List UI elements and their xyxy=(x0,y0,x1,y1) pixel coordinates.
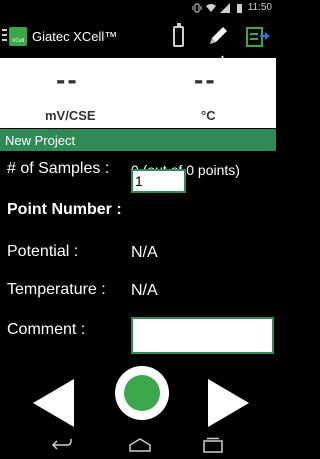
comment-input[interactable] xyxy=(131,317,274,354)
readings-panel: -- mV/CSE -- °C xyxy=(0,58,276,128)
record-icon xyxy=(124,375,160,411)
potential-reading-value: -- xyxy=(56,64,79,95)
potential-value: N/A xyxy=(131,244,158,261)
cell-signal-icon xyxy=(219,2,230,13)
point-number-label: Point Number : xyxy=(7,201,122,218)
menu-icon[interactable] xyxy=(2,29,7,43)
battery-status-icon xyxy=(236,3,242,13)
app-logo-text: XCell xyxy=(12,38,24,44)
wifi-icon xyxy=(205,3,216,12)
temperature-value: N/A xyxy=(131,282,158,299)
temperature-reading-value: -- xyxy=(194,64,217,95)
system-navigation-bar xyxy=(0,431,276,459)
samples-label: # of Samples : xyxy=(7,160,110,177)
potential-reading-unit: mV/CSE xyxy=(45,108,96,123)
comment-label: Comment : xyxy=(7,321,86,338)
back-icon[interactable] xyxy=(50,437,74,453)
next-icon[interactable] xyxy=(208,379,249,427)
sample-controls xyxy=(0,361,276,431)
recent-apps-icon[interactable] xyxy=(201,437,225,453)
project-name: New Project xyxy=(5,133,76,148)
app-bar: XCell Giatec XCell™ xyxy=(0,17,276,79)
app-title: Giatec XCell™ xyxy=(32,29,118,44)
temperature-reading-unit: °C xyxy=(201,108,216,123)
device-battery-icon[interactable] xyxy=(173,23,184,47)
temperature-label: Temperature : xyxy=(7,281,106,298)
previous-icon[interactable] xyxy=(33,379,74,427)
export-icon[interactable] xyxy=(246,26,270,48)
status-bar: 11:50 xyxy=(0,0,276,17)
pencil-icon[interactable] xyxy=(205,23,231,49)
status-time: 11:50 xyxy=(247,2,272,13)
app-logo[interactable]: XCell xyxy=(9,27,27,46)
potential-label: Potential : xyxy=(7,243,79,260)
measurement-form: # of Samples : 0 (out of 0 points) Point… xyxy=(0,151,276,361)
home-icon[interactable] xyxy=(128,437,152,453)
vibrate-icon xyxy=(192,3,202,12)
point-number-input[interactable] xyxy=(131,169,186,193)
project-name-bar[interactable]: New Project xyxy=(0,129,276,151)
record-button[interactable] xyxy=(115,366,169,420)
